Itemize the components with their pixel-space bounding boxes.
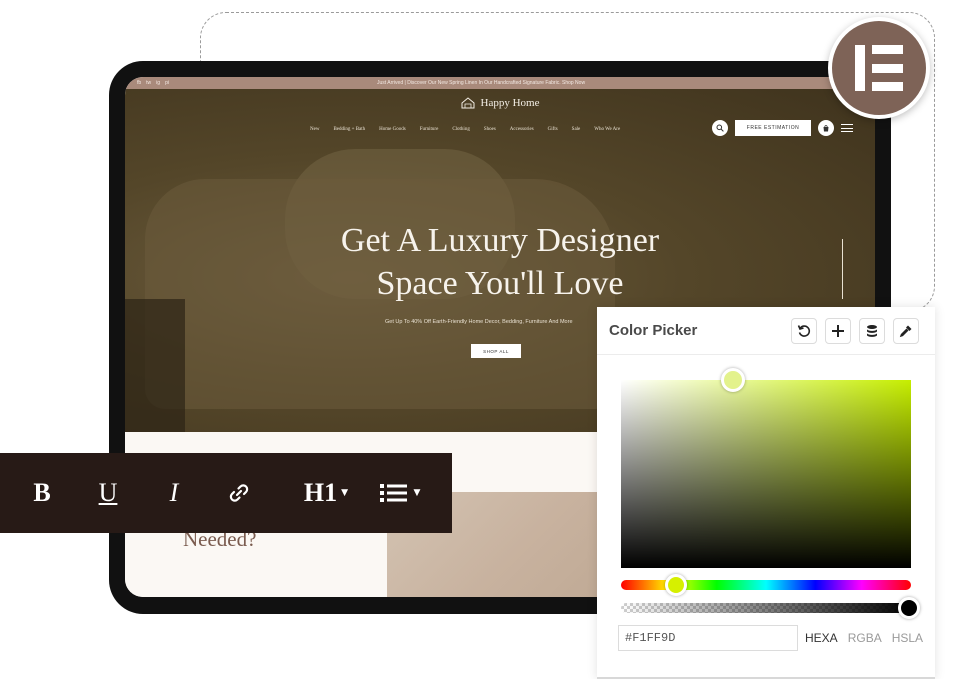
social-links: fb tw ig pi [137, 80, 377, 86]
caret-down-icon: ▼ [413, 488, 421, 498]
reset-button[interactable] [791, 318, 817, 344]
heading-label: H1 [303, 478, 338, 507]
mode-tab-hsla[interactable]: HSLA [892, 631, 923, 645]
main-nav: New Bedding + Bath Home Goods Furniture … [310, 127, 620, 132]
saturation-value-area[interactable] [621, 380, 911, 568]
cart-button[interactable] [818, 120, 834, 136]
plus-icon [832, 325, 844, 337]
color-picker-panel: Color Picker #F1FF9D HEXA RGBA HSLA [597, 307, 935, 679]
search-button[interactable] [712, 120, 728, 136]
hex-value-input[interactable] [618, 625, 798, 651]
shop-all-button[interactable]: SHOP ALL [471, 344, 521, 358]
nav-item-new[interactable]: New [310, 127, 319, 132]
mode-tab-hexa[interactable]: HEXA [805, 631, 838, 645]
elementor-icon [855, 45, 903, 91]
mode-tab-rgba[interactable]: RGBA [848, 631, 882, 645]
hero-headline-line: Space You'll Love [376, 265, 624, 302]
free-estimation-button[interactable]: FREE ESTIMATION [735, 120, 811, 136]
elementor-logo-badge [828, 17, 930, 119]
caret-down-icon: ▼ [341, 488, 349, 498]
menu-icon[interactable] [841, 124, 853, 132]
italic-button[interactable]: I [162, 453, 186, 533]
nav-item-clothing[interactable]: Clothing [452, 127, 470, 132]
eyedropper-icon [899, 325, 912, 338]
nav-item-shoes[interactable]: Shoes [484, 127, 496, 132]
underline-button[interactable]: U [94, 453, 122, 533]
house-icon [461, 97, 475, 109]
color-picker-header: Color Picker [597, 307, 935, 355]
announcement-bar: fb tw ig pi Just Arrived | Discover Our … [125, 77, 875, 89]
social-link[interactable]: pi [165, 80, 169, 86]
nav-item-who-we-are[interactable]: Who We Are [594, 127, 620, 132]
hero-headline: Get A Luxury Designer Space You'll Love [265, 219, 735, 305]
search-icon [716, 124, 724, 132]
nav-item-home-goods[interactable]: Home Goods [379, 127, 406, 132]
announcement-text[interactable]: Just Arrived | Discover Our New Spring L… [377, 80, 863, 86]
nav-item-furniture[interactable]: Furniture [420, 127, 439, 132]
bold-button[interactable]: B [28, 453, 56, 533]
link-button[interactable] [224, 453, 254, 533]
site-logo[interactable]: Happy Home [125, 97, 875, 109]
hero-image-table [125, 299, 185, 432]
alpha-slider[interactable] [621, 603, 911, 613]
color-mode-tabs: HEXA RGBA HSLA [805, 631, 923, 645]
alpha-handle[interactable] [898, 597, 920, 619]
eyedropper-button[interactable] [893, 318, 919, 344]
reset-icon [797, 325, 811, 337]
heading-dropdown[interactable]: H1 ▼ [300, 453, 352, 533]
bag-icon [823, 125, 829, 132]
nav-item-gifts[interactable]: Gifts [548, 127, 558, 132]
logo-text: Happy Home [480, 97, 540, 109]
text-format-toolbar: B U I H1 ▼ ▼ [0, 453, 452, 533]
list-icon [379, 484, 407, 502]
nav-item-bedding-bath[interactable]: Bedding + Bath [333, 127, 365, 132]
color-picker-actions [791, 318, 919, 344]
color-picker-title: Color Picker [609, 322, 698, 339]
social-link[interactable]: fb [137, 80, 141, 86]
hero-headline-line: Get A Luxury Designer [340, 222, 660, 259]
header-actions: FREE ESTIMATION [712, 120, 853, 136]
hue-handle[interactable] [665, 574, 687, 596]
database-icon [867, 325, 877, 337]
nav-item-accessories[interactable]: Accessories [510, 127, 534, 132]
saturation-handle[interactable] [721, 368, 745, 392]
nav-item-sale[interactable]: Sale [572, 127, 581, 132]
link-icon [229, 484, 249, 502]
social-link[interactable]: ig [156, 80, 160, 86]
global-colors-button[interactable] [859, 318, 885, 344]
list-dropdown[interactable]: ▼ [376, 453, 424, 533]
slider-indicator[interactable] [842, 239, 844, 299]
add-color-button[interactable] [825, 318, 851, 344]
social-link[interactable]: tw [146, 80, 151, 86]
